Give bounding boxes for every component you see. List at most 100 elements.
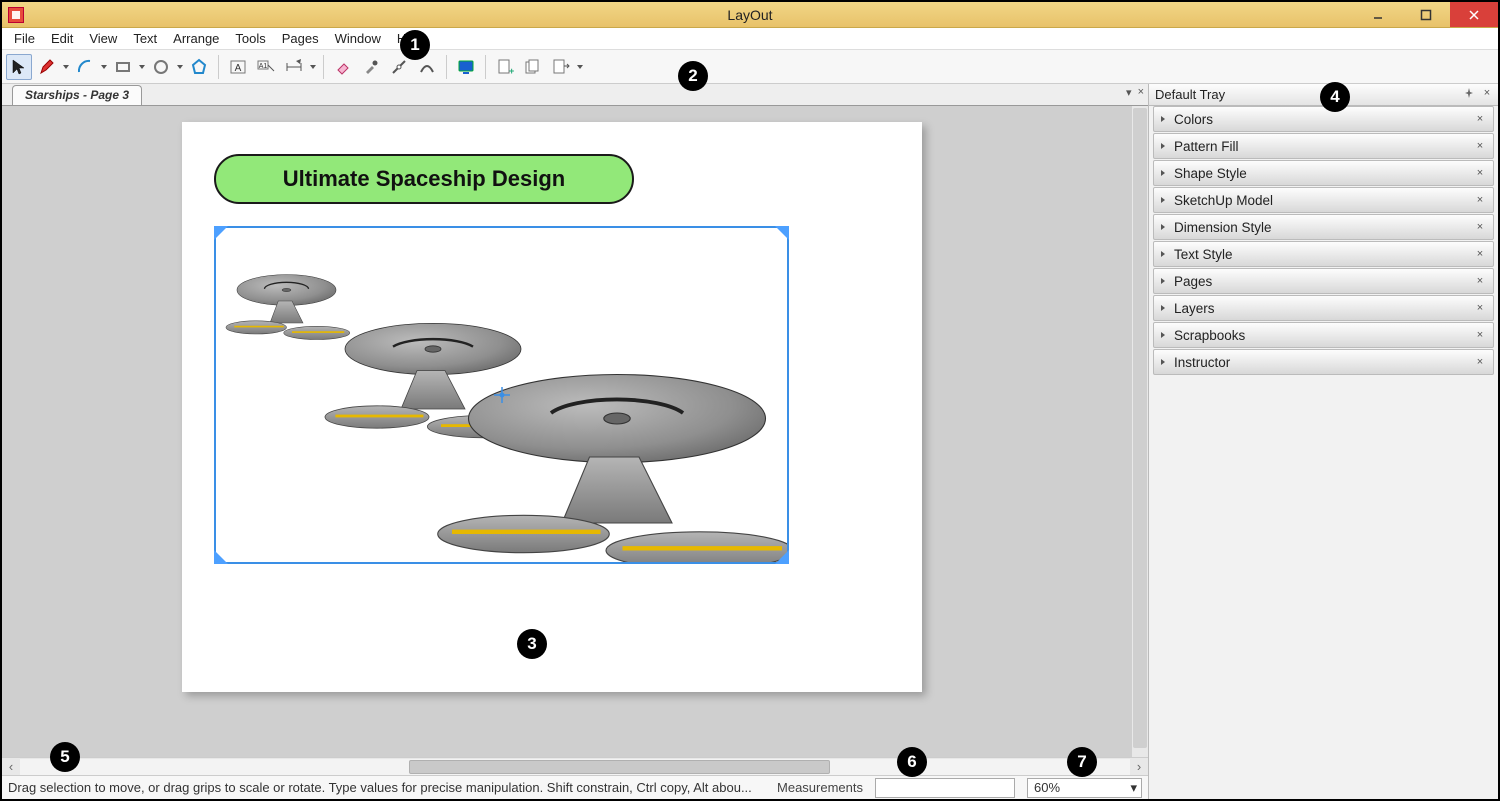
tray-panel-close[interactable]: × (1473, 355, 1487, 369)
arc-tool-dropdown[interactable] (100, 64, 108, 70)
chevron-right-icon (1160, 170, 1166, 176)
tray-panel-colors[interactable]: Colors× (1153, 106, 1494, 132)
split-tool[interactable] (386, 54, 412, 80)
add-page-tool[interactable]: + (492, 54, 518, 80)
tray-panel-layers[interactable]: Layers× (1153, 295, 1494, 321)
page-canvas[interactable]: Ultimate Spaceship Design (182, 122, 922, 692)
measurements-label: Measurements (777, 780, 863, 795)
vertical-scrollbar-thumb[interactable] (1133, 108, 1147, 748)
menu-window[interactable]: Window (327, 29, 389, 48)
label-tool[interactable]: A1 (253, 54, 279, 80)
svg-text:A: A (235, 63, 242, 74)
chevron-right-icon (1160, 278, 1166, 284)
text-tool[interactable]: A (225, 54, 251, 80)
tray-panel-close[interactable]: × (1473, 193, 1487, 207)
eraser-tool[interactable] (330, 54, 356, 80)
zoom-select[interactable]: 60% ▾ (1027, 778, 1142, 798)
horizontal-scrollbar[interactable]: ‹ › (2, 757, 1148, 775)
menu-file[interactable]: File (6, 29, 43, 48)
tray-panel-text-style[interactable]: Text Style × (1153, 241, 1494, 267)
tab-dropdown[interactable]: ▾ (1126, 86, 1132, 99)
arc-tool[interactable] (72, 54, 98, 80)
tray-title: Default Tray (1155, 87, 1225, 102)
presentation-tool[interactable] (453, 54, 479, 80)
page-title-box[interactable]: Ultimate Spaceship Design (214, 154, 634, 204)
minimize-button[interactable] (1354, 2, 1402, 27)
rectangle-tool[interactable] (110, 54, 136, 80)
default-tray: Default Tray × Colors×Pattern Fill×Shape… (1148, 84, 1498, 799)
tray-panel-close[interactable]: × (1473, 328, 1487, 342)
menu-pages[interactable]: Pages (274, 29, 327, 48)
dimension-tool[interactable] (281, 54, 307, 80)
menu-edit[interactable]: Edit (43, 29, 81, 48)
tray-panel-label: Instructor (1174, 355, 1230, 370)
titlebar: LayOut (2, 2, 1498, 28)
vertical-scrollbar[interactable] (1132, 106, 1148, 757)
tray-panel-close[interactable]: × (1473, 166, 1487, 180)
zoom-value: 60% (1034, 780, 1060, 795)
tray-panel-pages[interactable]: Pages × (1153, 268, 1494, 294)
chevron-right-icon (1160, 251, 1166, 257)
measurements-input[interactable] (875, 778, 1015, 798)
line-tool[interactable] (34, 54, 60, 80)
tray-panel-pattern-fill[interactable]: Pattern Fill× (1153, 133, 1494, 159)
tray-panel-instructor[interactable]: Instructor × (1153, 349, 1494, 375)
toolbar: A A1 + (2, 50, 1498, 84)
join-tool[interactable] (414, 54, 440, 80)
tray-panel-close[interactable]: × (1473, 139, 1487, 153)
circle-tool-dropdown[interactable] (176, 64, 184, 70)
tray-panel-close[interactable]: × (1473, 247, 1487, 261)
scroll-left-button[interactable]: ‹ (2, 759, 20, 775)
tray-panel-label: Dimension Style (1174, 220, 1272, 235)
tray-panel-shape-style[interactable]: Shape Style× (1153, 160, 1494, 186)
selection-center-icon[interactable] (494, 387, 510, 403)
tray-panel-close[interactable]: × (1473, 301, 1487, 315)
horizontal-scrollbar-thumb[interactable] (409, 760, 831, 774)
window-title: LayOut (727, 7, 772, 23)
tray-panel-label: Scrapbooks (1174, 328, 1245, 343)
document-area[interactable]: Ultimate Spaceship Design (2, 106, 1148, 757)
menu-text[interactable]: Text (125, 29, 165, 48)
duplicate-page-tool[interactable] (520, 54, 546, 80)
style-sampler-tool[interactable] (358, 54, 384, 80)
tray-panel-scrapbooks[interactable]: Scrapbooks × (1153, 322, 1494, 348)
maximize-button[interactable] (1402, 2, 1450, 27)
tray-panel-label: Text Style (1174, 247, 1233, 262)
selection-handle-tr-icon[interactable] (775, 226, 789, 240)
chevron-right-icon (1160, 143, 1166, 149)
next-page-tool[interactable] (548, 54, 574, 80)
scroll-right-button[interactable]: › (1130, 759, 1148, 775)
tab-close[interactable]: × (1138, 86, 1144, 99)
polygon-tool[interactable] (186, 54, 212, 80)
select-tool[interactable] (6, 54, 32, 80)
menu-tools[interactable]: Tools (227, 29, 273, 48)
status-text: Drag selection to move, or drag grips to… (8, 780, 765, 795)
menu-arrange[interactable]: Arrange (165, 29, 227, 48)
selection-frame[interactable] (214, 226, 789, 564)
menubar: FileEditViewTextArrangeToolsPagesWindowH… (2, 28, 1498, 50)
chevron-down-icon: ▾ (1130, 780, 1137, 796)
tray-panel-label: Pages (1174, 274, 1212, 289)
tabbar: Starships - Page 3 ▾ × (2, 84, 1148, 106)
selection-handle-br-icon[interactable] (775, 550, 789, 564)
tray-header[interactable]: Default Tray × (1149, 84, 1498, 106)
selection-handle-tl-icon[interactable] (214, 226, 228, 240)
chevron-right-icon (1160, 197, 1166, 203)
pin-icon[interactable] (1462, 86, 1476, 100)
rectangle-tool-dropdown[interactable] (138, 64, 146, 70)
tray-panel-dimension-style[interactable]: Dimension Style × (1153, 214, 1494, 240)
tray-panel-close[interactable]: × (1473, 220, 1487, 234)
close-button[interactable] (1450, 2, 1498, 27)
document-tab[interactable]: Starships - Page 3 (12, 85, 142, 105)
tray-close-button[interactable]: × (1480, 86, 1494, 100)
selection-handle-bl-icon[interactable] (214, 550, 228, 564)
tray-panel-close[interactable]: × (1473, 112, 1487, 126)
tray-panel-sketchup-model[interactable]: SketchUp Model× (1153, 187, 1494, 213)
dimension-tool-dropdown[interactable] (309, 64, 317, 70)
circle-tool[interactable] (148, 54, 174, 80)
tray-panel-close[interactable]: × (1473, 274, 1487, 288)
line-tool-dropdown[interactable] (62, 64, 70, 70)
menu-view[interactable]: View (81, 29, 125, 48)
next-page-tool-dropdown[interactable] (576, 64, 584, 70)
menu-help[interactable]: Help (389, 29, 432, 48)
